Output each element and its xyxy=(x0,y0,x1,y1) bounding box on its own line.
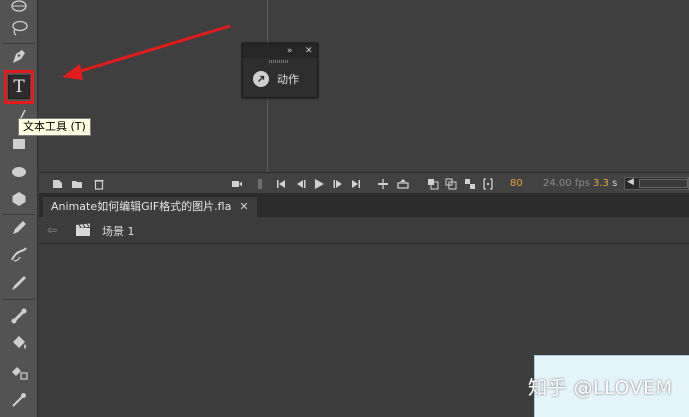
pencil-icon xyxy=(9,218,29,241)
elapsed-time[interactable]: 3.3 s xyxy=(593,177,617,190)
tools-panel: T xyxy=(0,0,38,417)
rectangle-icon xyxy=(9,134,29,157)
back-arrow-icon[interactable]: ⇦ xyxy=(47,223,57,237)
text-icon: T xyxy=(8,75,30,99)
oval-icon xyxy=(9,162,29,185)
close-panel-icon[interactable]: ✕ xyxy=(305,45,313,57)
paint-brush-tool[interactable] xyxy=(4,273,34,295)
bone-icon xyxy=(9,306,29,329)
toolbar-divider xyxy=(3,43,35,44)
close-tab-icon[interactable]: ✕ xyxy=(239,197,248,217)
loop-icon[interactable] xyxy=(376,177,389,190)
timeline-control-bar: 80 24.00 fps 3.3 s ◀ xyxy=(39,172,689,194)
elapsed-time-unit: s xyxy=(612,178,618,189)
timeline-scrollbar[interactable]: ◀ xyxy=(624,177,689,190)
pen-tool[interactable] xyxy=(4,46,34,68)
bone-tool[interactable] xyxy=(4,306,34,328)
current-frame[interactable]: 80 xyxy=(510,177,523,190)
stage-area[interactable] xyxy=(39,0,689,172)
document-tab-title: Animate如何编辑GIF格式的图片.fla xyxy=(51,200,232,213)
text-tool[interactable]: T xyxy=(4,70,34,104)
lasso-tool[interactable] xyxy=(4,18,34,40)
rectangle-tool[interactable] xyxy=(4,134,34,156)
go-to-last-frame-icon[interactable] xyxy=(349,177,362,190)
toolbar-divider xyxy=(3,299,35,300)
pen-icon xyxy=(9,46,29,69)
ink-bottle-tool[interactable] xyxy=(4,362,34,384)
actions-floating-panel[interactable]: » ✕ 动作 xyxy=(242,43,318,98)
go-to-first-frame-icon[interactable] xyxy=(274,177,287,190)
step-forward-icon[interactable] xyxy=(331,177,344,190)
tooltip: 文本工具 (T) xyxy=(18,118,91,136)
scene-breadcrumb-bar: ⇦ 场景 1 xyxy=(39,217,689,244)
elapsed-time-value: 3.3 xyxy=(593,178,609,189)
frame-rate[interactable]: 24.00 fps xyxy=(543,177,590,190)
panel-grip[interactable] xyxy=(269,60,289,63)
ink-bottle-icon xyxy=(9,362,29,385)
watermark: 知乎 @LLOVEM xyxy=(528,377,673,399)
actions-label: 动作 xyxy=(277,73,299,86)
new-layer-icon[interactable] xyxy=(51,177,64,190)
scrollbar-thumb[interactable] xyxy=(639,179,688,188)
paint-brush-icon xyxy=(9,273,29,296)
trash-icon[interactable] xyxy=(92,177,105,190)
document-tab-bar: Animate如何编辑GIF格式的图片.fla ✕ xyxy=(39,194,689,217)
oval-tool[interactable] xyxy=(4,162,34,184)
panel-titlebar[interactable]: » ✕ xyxy=(243,44,317,58)
step-back-icon[interactable] xyxy=(294,177,307,190)
camera-icon[interactable] xyxy=(230,177,243,190)
modify-markers-icon[interactable] xyxy=(481,177,494,190)
text-tool-glyph: T xyxy=(13,77,25,97)
onion-skin-icon[interactable] xyxy=(426,177,439,190)
polystar-tool[interactable] xyxy=(4,189,34,211)
clapperboard-icon xyxy=(75,223,91,240)
document-tab[interactable]: Animate如何编辑GIF格式的图片.fla ✕ xyxy=(43,197,257,217)
timeline-divider-grip[interactable] xyxy=(253,177,266,190)
center-frame-icon[interactable] xyxy=(396,177,409,190)
brush-tool[interactable] xyxy=(4,245,34,267)
scroll-left-icon[interactable]: ◀ xyxy=(627,177,634,187)
toolbar-divider xyxy=(3,214,35,215)
pencil-tool[interactable] xyxy=(4,218,34,240)
eyedropper-icon xyxy=(9,390,29,413)
expand-panel-icon[interactable]: » xyxy=(287,45,293,57)
onion-skin-outlines-icon[interactable] xyxy=(444,177,457,190)
polystar-icon xyxy=(9,189,29,212)
edit-multiple-frames-icon[interactable] xyxy=(463,177,476,190)
scene-label[interactable]: 场景 1 xyxy=(102,223,135,239)
brush-icon xyxy=(9,245,29,268)
paint-bucket-icon xyxy=(9,333,29,356)
eyedropper-tool[interactable] xyxy=(4,390,34,412)
actions-button[interactable]: 动作 xyxy=(253,71,299,87)
actions-arrow-icon xyxy=(253,71,269,87)
lasso-icon xyxy=(9,18,29,41)
play-icon[interactable] xyxy=(312,177,325,190)
paint-bucket-tool[interactable] xyxy=(4,333,34,355)
new-folder-icon[interactable] xyxy=(70,177,83,190)
